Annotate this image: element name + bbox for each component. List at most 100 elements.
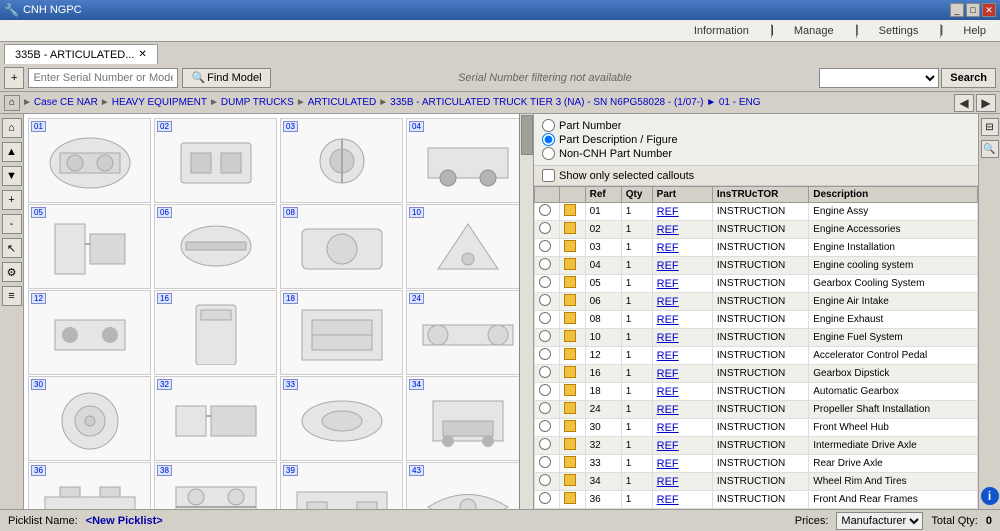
- table-row[interactable]: 10 1 REF INSTRUCTION Engine Fuel System: [535, 329, 978, 347]
- row-radio-3[interactable]: [539, 258, 551, 270]
- row-radio-0[interactable]: [539, 204, 551, 216]
- row-part-14[interactable]: REF: [657, 458, 679, 470]
- sidebar-home-icon[interactable]: ⌂: [2, 118, 22, 138]
- diagram-cell-3[interactable]: 03: [280, 118, 403, 203]
- breadcrumb-dump[interactable]: DUMP TRUCKS: [221, 97, 294, 108]
- radio-non-cnh[interactable]: [542, 147, 555, 160]
- add-button[interactable]: +: [4, 67, 24, 89]
- table-row[interactable]: 03 1 REF INSTRUCTION Engine Installation: [535, 239, 978, 257]
- sidebar-cursor-icon[interactable]: ↖: [2, 238, 22, 258]
- diagram-cell-9[interactable]: 12: [28, 290, 151, 375]
- prices-dropdown[interactable]: Manufacturer: [836, 512, 923, 530]
- table-row[interactable]: 06 1 REF INSTRUCTION Engine Air Intake: [535, 293, 978, 311]
- diagram-cell-17[interactable]: 36: [28, 462, 151, 509]
- sidebar-zoom-out-icon[interactable]: -: [2, 214, 22, 234]
- breadcrumb-articulated[interactable]: ARTICULATED: [308, 97, 377, 108]
- radio-part-desc[interactable]: [542, 133, 555, 146]
- search-button[interactable]: Search: [941, 68, 996, 88]
- minimize-button[interactable]: _: [950, 3, 964, 17]
- serial-input[interactable]: [28, 68, 178, 88]
- info-icon[interactable]: i: [981, 487, 999, 505]
- table-row[interactable]: 30 1 REF INSTRUCTION Front Wheel Hub: [535, 419, 978, 437]
- main-tab[interactable]: 335B - ARTICULATED... ✕: [4, 44, 158, 64]
- tab-close-button[interactable]: ✕: [138, 49, 146, 60]
- home-button[interactable]: ⌂: [4, 95, 20, 111]
- nav-forward-button[interactable]: ▶: [976, 94, 996, 112]
- table-row[interactable]: 24 1 REF INSTRUCTION Propeller Shaft Ins…: [535, 401, 978, 419]
- row-radio-14[interactable]: [539, 456, 551, 468]
- sidebar-search-icon[interactable]: 🔍: [981, 140, 999, 158]
- row-radio-2[interactable]: [539, 240, 551, 252]
- diagram-cell-4[interactable]: 04: [406, 118, 529, 203]
- diagram-cell-7[interactable]: 08: [280, 204, 403, 289]
- table-row[interactable]: 32 1 REF INSTRUCTION Intermediate Drive …: [535, 437, 978, 455]
- breadcrumb-case[interactable]: Case CE NAR: [34, 97, 98, 108]
- table-row[interactable]: 04 1 REF INSTRUCTION Engine cooling syst…: [535, 257, 978, 275]
- find-model-button[interactable]: 🔍 Find Model: [182, 68, 270, 88]
- diagram-cell-13[interactable]: 30: [28, 376, 151, 461]
- diagram-cell-8[interactable]: 10: [406, 204, 529, 289]
- row-radio-15[interactable]: [539, 474, 551, 486]
- maximize-button[interactable]: □: [966, 3, 980, 17]
- row-radio-16[interactable]: [539, 492, 551, 504]
- diagram-cell-14[interactable]: 32: [154, 376, 277, 461]
- diagram-cell-19[interactable]: 39: [280, 462, 403, 509]
- row-radio-1[interactable]: [539, 222, 551, 234]
- table-row[interactable]: 08 1 REF INSTRUCTION Engine Exhaust: [535, 311, 978, 329]
- diagram-scroll-thumb[interactable]: [521, 115, 533, 155]
- row-radio-8[interactable]: [539, 348, 551, 360]
- nav-back-button[interactable]: ◀: [954, 94, 974, 112]
- diagram-cell-10[interactable]: 16: [154, 290, 277, 375]
- row-radio-4[interactable]: [539, 276, 551, 288]
- sidebar-list-icon[interactable]: ≡: [2, 286, 22, 306]
- row-radio-10[interactable]: [539, 384, 551, 396]
- table-row[interactable]: 05 1 REF INSTRUCTION Gearbox Cooling Sys…: [535, 275, 978, 293]
- diagram-cell-16[interactable]: 34: [406, 376, 529, 461]
- diagram-cell-11[interactable]: 18: [280, 290, 403, 375]
- row-part-3[interactable]: REF: [657, 260, 679, 272]
- table-row[interactable]: 36 1 REF INSTRUCTION Front And Rear Fram…: [535, 491, 978, 509]
- sidebar-zoom-in-icon[interactable]: +: [2, 190, 22, 210]
- diagram-scrollbar[interactable]: [519, 114, 533, 509]
- row-part-7[interactable]: REF: [657, 332, 679, 344]
- row-radio-11[interactable]: [539, 402, 551, 414]
- row-part-1[interactable]: REF: [657, 224, 679, 236]
- row-part-10[interactable]: REF: [657, 386, 679, 398]
- menu-manage[interactable]: Manage: [788, 23, 840, 39]
- menu-settings[interactable]: Settings: [873, 23, 925, 39]
- row-part-4[interactable]: REF: [657, 278, 679, 290]
- diagram-cell-20[interactable]: 43: [406, 462, 529, 509]
- row-radio-13[interactable]: [539, 438, 551, 450]
- table-row[interactable]: 38 1 REF INSTRUCTION Front Suspension: [535, 509, 978, 510]
- row-part-5[interactable]: REF: [657, 296, 679, 308]
- row-part-11[interactable]: REF: [657, 404, 679, 416]
- row-part-6[interactable]: REF: [657, 314, 679, 326]
- show-selected-checkbox[interactable]: [542, 169, 555, 182]
- row-part-16[interactable]: REF: [657, 494, 679, 506]
- close-button[interactable]: ✕: [982, 3, 996, 17]
- breadcrumb-335b[interactable]: 335B - ARTICULATED TRUCK TIER 3 (NA) - S…: [390, 97, 760, 108]
- breadcrumb-heavy[interactable]: HEAVY EQUIPMENT: [112, 97, 207, 108]
- sidebar-down-icon[interactable]: ▼: [2, 166, 22, 186]
- table-row[interactable]: 18 1 REF INSTRUCTION Automatic Gearbox: [535, 383, 978, 401]
- row-part-13[interactable]: REF: [657, 440, 679, 452]
- row-part-15[interactable]: REF: [657, 476, 679, 488]
- sidebar-up-icon[interactable]: ▲: [2, 142, 22, 162]
- menu-information[interactable]: Information: [688, 23, 755, 39]
- row-part-12[interactable]: REF: [657, 422, 679, 434]
- diagram-cell-2[interactable]: 02: [154, 118, 277, 203]
- parts-table-container[interactable]: Ref Qty Part InsTRUcTOR Description 01 1…: [534, 186, 978, 509]
- menu-help[interactable]: Help: [957, 23, 992, 39]
- table-row[interactable]: 34 1 REF INSTRUCTION Wheel Rim And Tires: [535, 473, 978, 491]
- table-row[interactable]: 33 1 REF INSTRUCTION Rear Drive Axle: [535, 455, 978, 473]
- table-row[interactable]: 01 1 REF INSTRUCTION Engine Assy: [535, 203, 978, 221]
- diagram-cell-15[interactable]: 33: [280, 376, 403, 461]
- table-row[interactable]: 02 1 REF INSTRUCTION Engine Accessories: [535, 221, 978, 239]
- sidebar-grid-icon[interactable]: ⊟: [981, 118, 999, 136]
- table-row[interactable]: 12 1 REF INSTRUCTION Accelerator Control…: [535, 347, 978, 365]
- row-radio-9[interactable]: [539, 366, 551, 378]
- row-part-0[interactable]: REF: [657, 206, 679, 218]
- diagram-cell-5[interactable]: 05: [28, 204, 151, 289]
- row-radio-7[interactable]: [539, 330, 551, 342]
- diagram-cell-engine[interactable]: 01: [28, 118, 151, 203]
